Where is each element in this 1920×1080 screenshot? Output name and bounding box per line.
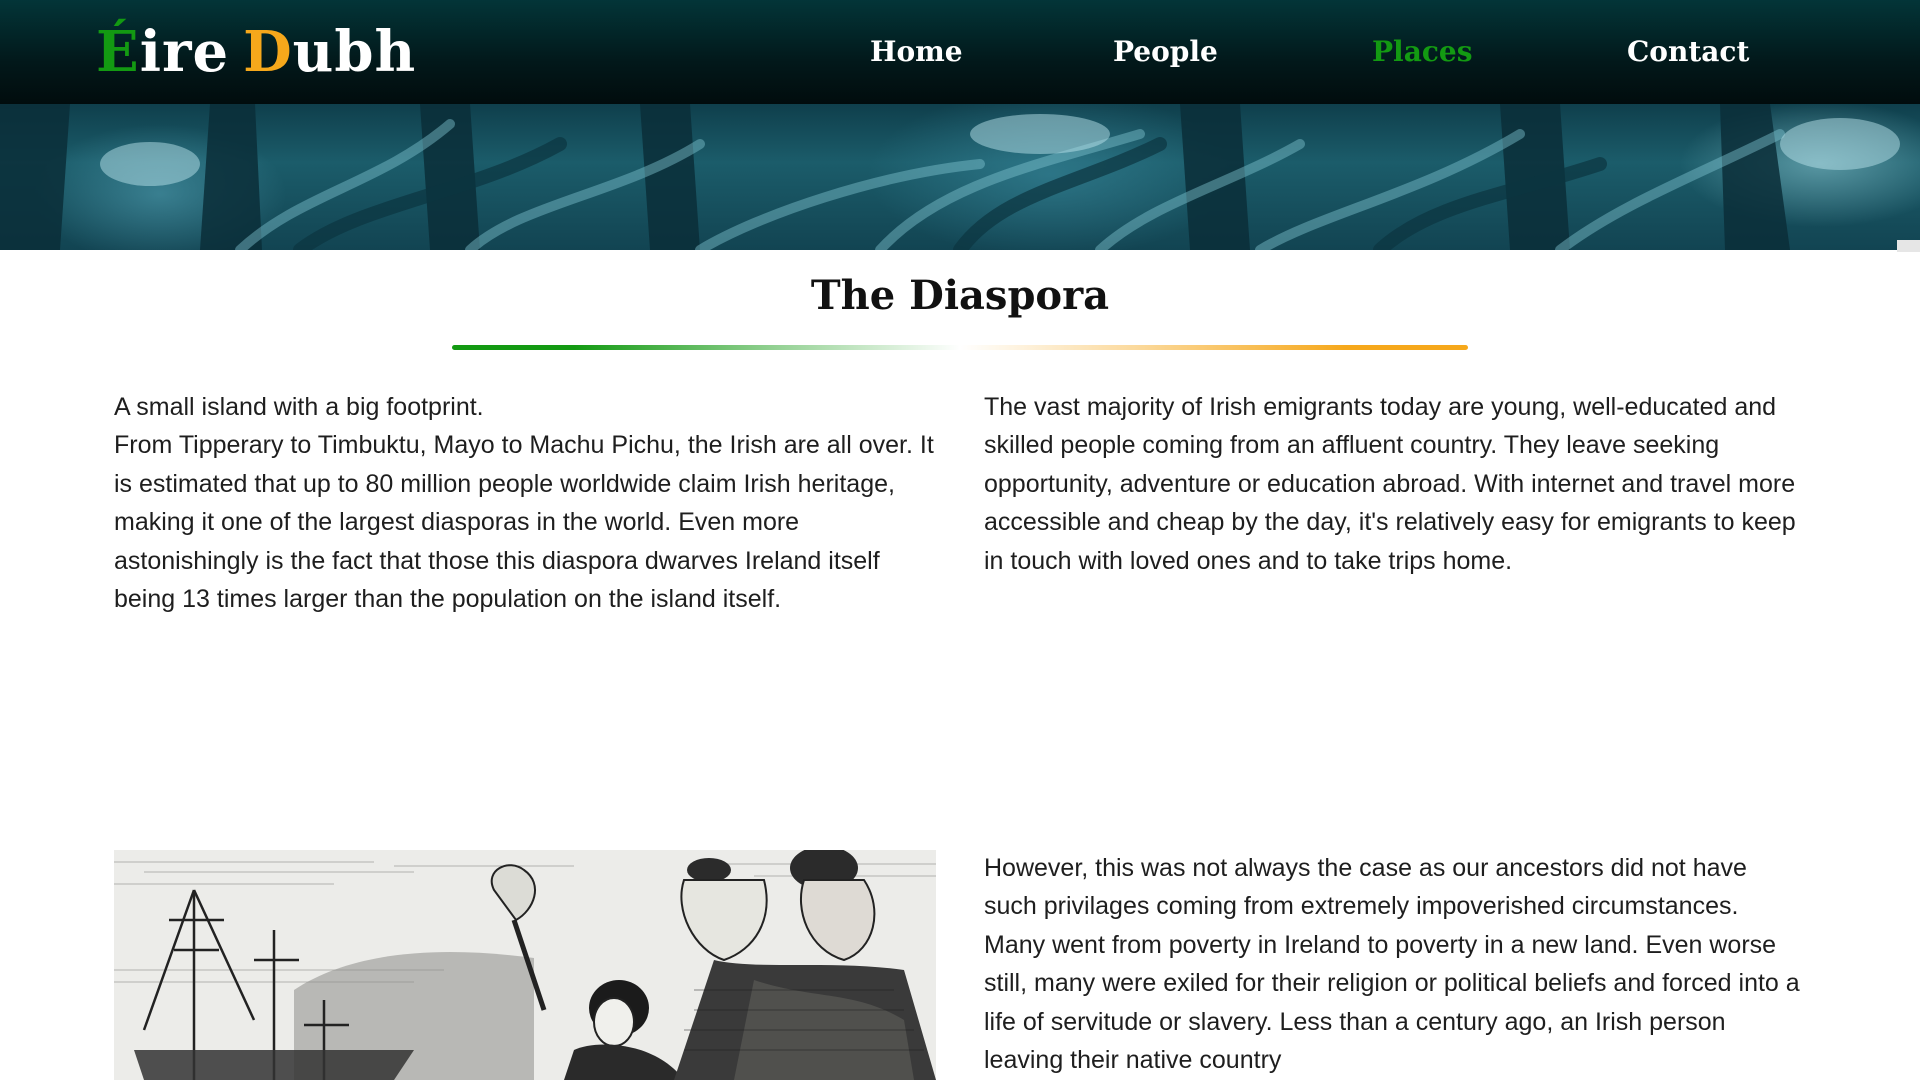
nav-places-link[interactable]: Places [1372, 28, 1472, 76]
scrollbar-thumb[interactable] [1897, 240, 1920, 252]
nav-contact-link[interactable]: Contact [1627, 28, 1749, 76]
forest-banner-art [0, 104, 1900, 250]
site-logo[interactable]: Éire Dubh [96, 10, 416, 94]
left-text-column: A small island with a big footprint. Fro… [114, 388, 936, 618]
emigrants-engraving-image [114, 850, 936, 1080]
title-divider [452, 345, 1468, 350]
section-title: The Diaspora [810, 272, 1110, 319]
left-paragraph-intro: A small island with a big footprint. [114, 393, 484, 421]
right-text-column: The vast majority of Irish emigrants tod… [984, 388, 1806, 580]
engraving-art [114, 850, 936, 1080]
logo-word-dubh: Dubh [243, 19, 417, 85]
nav-home-link[interactable]: Home [870, 28, 963, 76]
nav-people-link[interactable]: People [1113, 28, 1218, 76]
right-paragraph-history: However, this was not always the case as… [984, 854, 1800, 1075]
forest-banner-image [0, 104, 1920, 250]
right-paragraph-modern: The vast majority of Irish emigrants tod… [984, 393, 1796, 575]
top-navbar: Éire Dubh Home People Places Contact [0, 0, 1920, 104]
left-paragraph-body: From Tipperary to Timbuktu, Mayo to Mach… [114, 431, 934, 614]
logo-word-eire: Éire [96, 19, 230, 85]
right-text-column-history: However, this was not always the case as… [984, 849, 1806, 1079]
